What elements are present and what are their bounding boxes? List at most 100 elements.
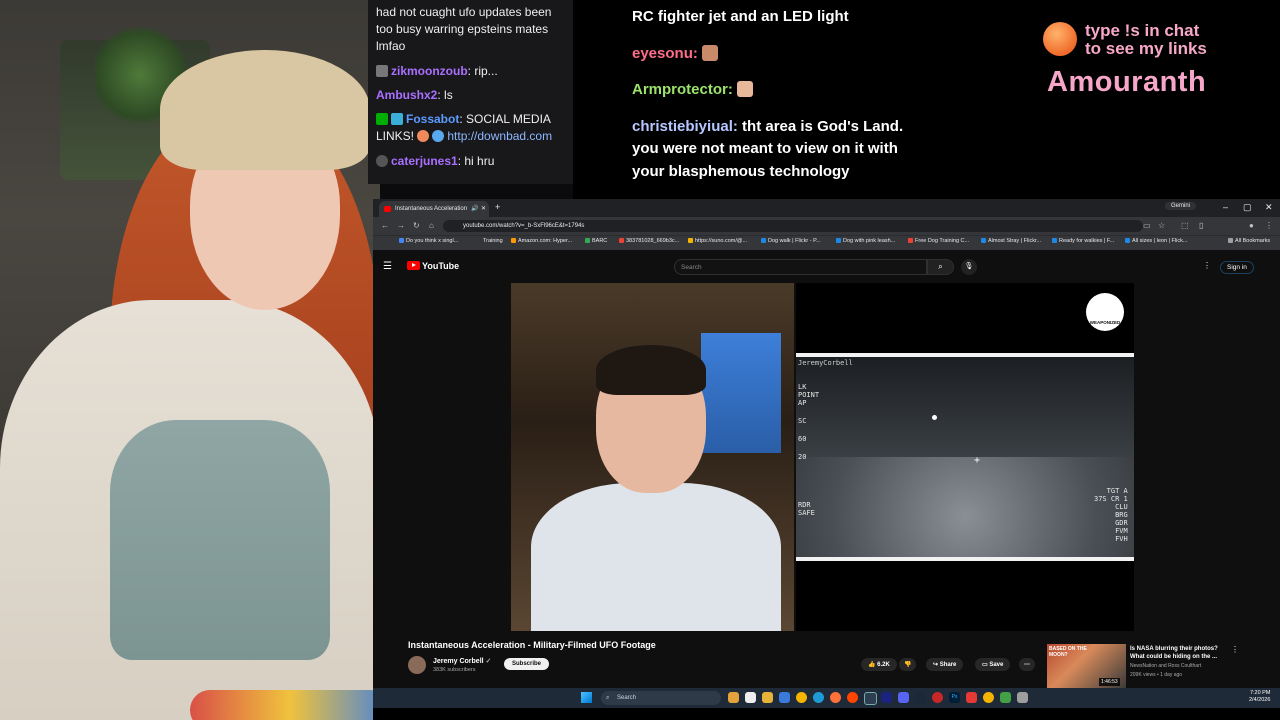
bot-badge-icon [391,113,403,125]
chat-username[interactable]: christiebiyiual: [632,118,738,135]
minimize-icon[interactable]: – [1223,202,1228,212]
bookmarks-bar: Do you think x singl... Training Amazon.… [373,235,1280,250]
chat-message: Fossabot: SOCIAL MEDIA [376,111,566,128]
chrome-icon[interactable] [983,692,994,703]
bookmark-item[interactable]: https://suno.com/@... [688,238,747,244]
app-icon[interactable] [881,692,892,703]
chat-link[interactable]: http://downbad.com [447,129,552,143]
extensions-icon[interactable]: ⬚ [1181,221,1189,230]
app-icon[interactable] [932,692,943,703]
gemini-button[interactable]: Gemini [1165,202,1197,210]
bookmark-item[interactable]: Training [483,238,503,244]
dislike-button[interactable]: 👎 [899,658,917,671]
emote-icon [736,81,753,97]
search-icon[interactable]: ⌕ [927,259,954,275]
taskbar-search[interactable]: ⌕ Search [601,691,721,705]
bookmark-label: Ready for walkies | F... [1059,238,1115,244]
tab-active[interactable]: Instantaneous Acceleration 🔊 ✕ [379,201,489,217]
task-view-icon[interactable] [745,692,756,703]
close-tab-icon[interactable]: ✕ [481,201,486,217]
sidebar-icon[interactable]: ▯ [1199,221,1203,230]
more-actions-button[interactable]: ⋯ [1019,658,1035,671]
file-explorer-icon[interactable] [728,692,739,703]
bookmark-item[interactable]: Free Dog Training C... [908,238,969,244]
microphone-icon[interactable]: 🎙 [961,259,977,275]
save-button[interactable]: ▭ Save [975,658,1011,671]
more-options-icon[interactable]: ⋮ [1203,261,1211,270]
bookmark-item[interactable]: BARC [585,238,607,244]
search-input[interactable]: Search [674,259,927,275]
chat-username[interactable]: zikmoonzoub [391,64,468,78]
firefox-icon[interactable] [830,692,841,703]
chat-username[interactable]: Fossabot [406,112,459,126]
windows-start-icon[interactable] [581,692,592,703]
thumbs-up-icon: 👍 [868,662,876,668]
like-button[interactable]: 👍 6.2K [861,658,897,671]
folder-icon[interactable] [762,692,773,703]
chat-text: your blasphemous technology [632,163,850,180]
flir-label: 60 [798,435,807,443]
forward-icon[interactable]: → [397,221,405,230]
video-player[interactable]: WEAPONIZED JeremyCorbell LK POINT AP SC … [373,283,1280,633]
bookmark-star-icon[interactable]: ☆ [1158,221,1165,230]
outlook-icon[interactable] [779,692,790,703]
sign-in-button[interactable]: Sign in [1220,261,1254,274]
reload-icon[interactable]: ↻ [413,221,420,230]
bookmark-item[interactable]: All Bookmarks [1228,238,1270,244]
photoshop-icon[interactable]: Ps [949,692,960,703]
recommended-more-icon[interactable]: ⋮ [1231,645,1239,654]
chrome-icon[interactable] [796,692,807,703]
share-button[interactable]: ↪ Share [926,658,964,671]
settings-icon[interactable] [1017,692,1028,703]
bookmark-item[interactable]: Dog with pink leash... [836,238,895,244]
bookmark-item[interactable]: Amazon.com: Hyper... [511,238,572,244]
audio-icon[interactable]: 🔊 [471,201,478,217]
bookmark-item[interactable]: All sizes | leon | Flick... [1125,238,1187,244]
back-icon[interactable]: ← [381,221,389,230]
menu-icon[interactable]: ⋮ [1265,221,1273,230]
recommended-channel[interactable]: NewsNation and Ross Coulthart [1130,663,1201,669]
discord-icon[interactable] [898,692,909,703]
chat-message: caterjunes1: hi hru [376,153,566,170]
cast-icon[interactable]: ▭ [1143,221,1151,230]
channel-avatar[interactable] [408,656,426,674]
flir-footage: JeremyCorbell LK POINT AP SC 60 20 RDR S… [796,353,1134,561]
bookmark-item[interactable]: Do you think x singl... [399,238,458,244]
subscribe-button[interactable]: Subscribe [504,658,550,670]
bookmark-favicon-icon [688,238,693,243]
obs-icon[interactable] [864,692,877,705]
hamburger-menu-icon[interactable]: ☰ [383,261,392,272]
steam-icon[interactable] [915,692,926,703]
profile-icon[interactable]: ● [1249,221,1254,230]
bookmark-item[interactable]: Ready for walkies | F... [1052,238,1114,244]
bookmark-label: Dog with pink leash... [843,238,896,244]
home-icon[interactable]: ⌂ [429,221,434,230]
close-window-icon[interactable]: ✕ [1265,202,1273,213]
edge-icon[interactable] [813,692,824,703]
url-field[interactable]: youtube.com/watch?v=_b-SxFl96cE&t=1794s [443,220,1143,232]
youtube-logo[interactable]: YouTube [407,261,459,271]
opera-icon[interactable] [847,692,858,703]
bookmark-favicon-icon [619,238,624,243]
chat-username[interactable]: caterjunes1 [391,154,458,168]
chat-username[interactable]: Armprotector: [632,81,733,98]
webcam-feed [0,0,380,720]
maximize-icon[interactable]: ▢ [1243,202,1252,213]
new-tab-icon[interactable]: + [495,202,500,212]
app-icon[interactable] [1000,692,1011,703]
app-icon[interactable] [966,692,977,703]
system-clock[interactable]: 7:20 PM 2/4/2026 [1249,690,1270,704]
youtube-favicon-icon [384,206,391,212]
bookmark-item[interactable]: Dog walk | Flickr - P... [761,238,821,244]
clock-time: 7:20 PM [1249,690,1271,696]
bookmark-label: Amazon.com: Hyper... [518,238,573,244]
channel-name[interactable]: Jeremy Corbell ✓ [433,657,491,665]
chat-username[interactable]: Ambushx2 [376,88,437,102]
thumbnail-text: BASED ON THE MOON? [1049,646,1087,658]
bookmark-favicon-icon [981,238,986,243]
recommended-title[interactable]: Is NASA blurring their photos? What coul… [1130,645,1230,661]
address-bar-row: ← → ↻ ⌂ youtube.com/watch?v=_b-SxFl96cE&… [373,217,1280,235]
bookmark-item[interactable]: 383781028_669b3c... [619,238,679,244]
bookmark-item[interactable]: Almost Stray | Flickr... [981,238,1041,244]
chat-username[interactable]: eyesonu: [632,45,698,62]
